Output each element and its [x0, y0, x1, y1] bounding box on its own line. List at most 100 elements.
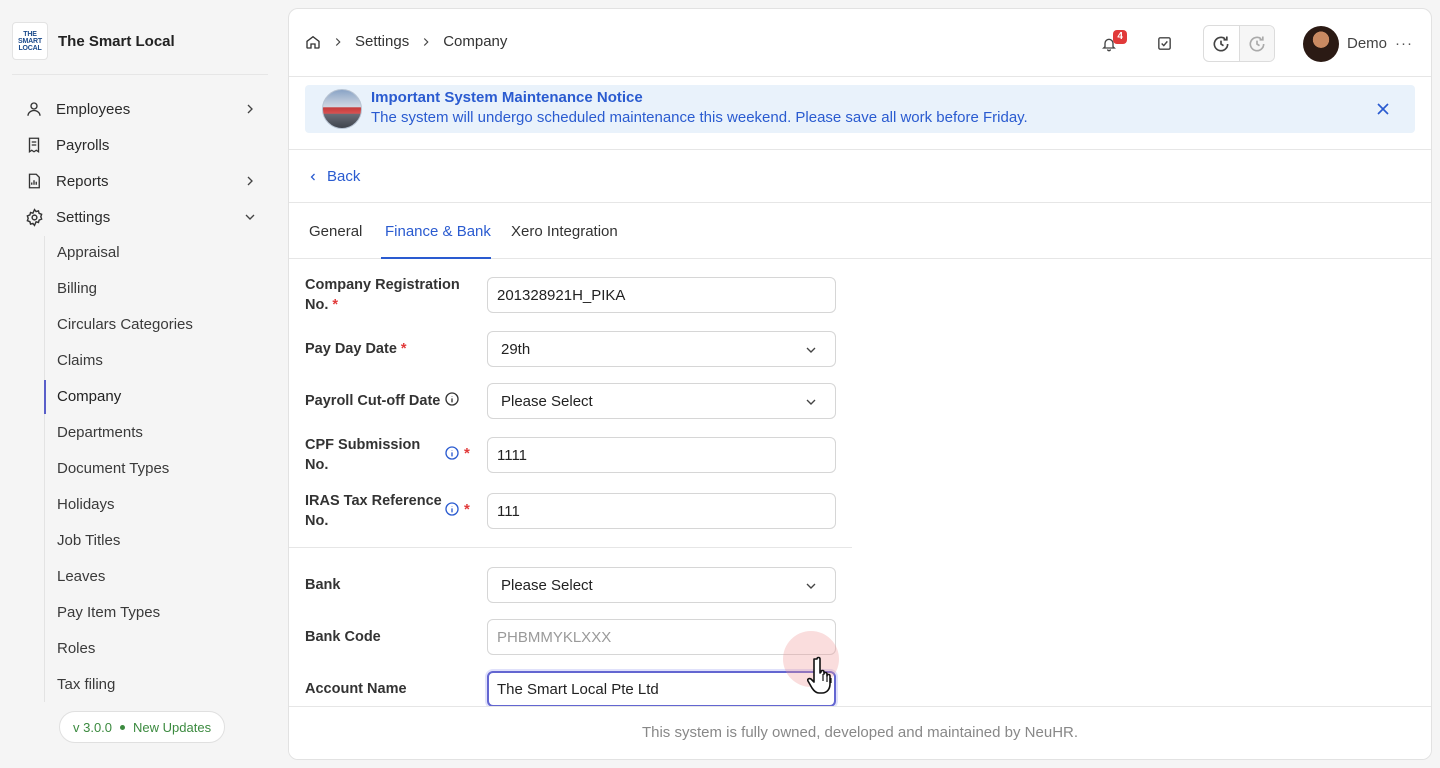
chevron-down-icon — [806, 347, 816, 353]
notification-count-badge: 4 — [1113, 29, 1127, 44]
company-registration-label: Company Registration No. * — [305, 275, 460, 315]
more-options-icon[interactable]: ··· — [1395, 35, 1413, 52]
maintenance-notice-banner: Important System Maintenance Notice The … — [305, 85, 1415, 133]
back-button[interactable]: Back — [307, 168, 360, 185]
sidebar-item-settings[interactable]: Settings — [24, 205, 258, 229]
select-value: Please Select — [501, 392, 593, 410]
label-text: Payroll Cut-off Date — [305, 393, 441, 409]
bank-select[interactable]: Please Select — [487, 567, 836, 603]
submenu-active-indicator — [44, 380, 46, 414]
sidebar-subitem-pay-item-types[interactable]: Pay Item Types — [57, 604, 160, 621]
notice-text: The system will undergo scheduled mainte… — [371, 109, 1028, 126]
clock-in-button[interactable] — [1204, 26, 1239, 61]
sidebar-subitem-claims[interactable]: Claims — [57, 352, 103, 369]
sidebar-subitem-leaves[interactable]: Leaves — [57, 568, 105, 585]
tab-xero-integration[interactable]: Xero Integration — [511, 223, 618, 240]
sidebar-subitem-document-types[interactable]: Document Types — [57, 460, 169, 477]
sidebar-subitem-departments[interactable]: Departments — [57, 424, 143, 441]
chevron-right-icon — [247, 176, 253, 186]
top-bar: Settings Company 4 Demo ··· — [289, 9, 1431, 77]
sidebar-item-reports[interactable]: Reports — [24, 169, 258, 193]
label-text: IRAS Tax Reference — [305, 493, 442, 509]
submenu-guide-line — [44, 236, 45, 702]
company-registration-input[interactable]: 201328921H_PIKA — [487, 277, 836, 313]
sidebar-divider — [12, 74, 268, 75]
sidebar-item-employees[interactable]: Employees — [24, 97, 258, 121]
back-row: Back — [289, 149, 1431, 203]
sidebar-item-payrolls[interactable]: Payrolls — [24, 133, 258, 157]
footer: This system is fully owned, developed an… — [289, 706, 1431, 759]
sidebar-subitem-circulars-categories[interactable]: Circulars Categories — [57, 316, 193, 333]
label-text: Company Registration — [305, 277, 460, 293]
account-name-label: Account Name — [305, 679, 407, 699]
pay-day-date-select[interactable]: 29th — [487, 331, 836, 367]
sidebar-item-label: Employees — [56, 100, 131, 118]
top-actions: 4 Demo ··· — [1091, 25, 1413, 62]
label-text: No. — [305, 297, 329, 313]
status-dot — [120, 724, 126, 730]
sidebar-subitem-job-titles[interactable]: Job Titles — [57, 532, 120, 549]
label-text: CPF Submission — [305, 437, 421, 453]
label-text: Account Name — [305, 681, 407, 697]
sidebar-subitem-billing[interactable]: Billing — [57, 280, 97, 297]
payroll-cutoff-select[interactable]: Please Select — [487, 383, 836, 419]
user-icon — [24, 99, 44, 119]
bank-label: Bank — [305, 575, 340, 595]
label-text: Bank — [305, 577, 341, 593]
clock-out-button[interactable] — [1238, 26, 1274, 61]
tasks-button[interactable] — [1147, 26, 1183, 62]
close-icon[interactable] — [1373, 99, 1393, 119]
logo-text-line: SMART — [18, 37, 42, 45]
active-tab-indicator — [381, 257, 491, 259]
main-panel: Settings Company 4 Demo ··· Important Sy… — [288, 8, 1432, 760]
notice-title: Important System Maintenance Notice — [371, 89, 643, 106]
select-value: 29th — [501, 340, 531, 358]
label-text: Bank Code — [305, 629, 381, 645]
tab-bar: General Finance & Bank Xero Integration — [289, 203, 1431, 259]
info-icon[interactable] — [444, 445, 460, 461]
logo-text-line: LOCAL — [18, 44, 42, 52]
notifications-button[interactable]: 4 — [1091, 26, 1127, 62]
account-name-input[interactable]: The Smart Local Pte Ltd — [487, 671, 836, 707]
tab-finance-bank[interactable]: Finance & Bank — [385, 223, 491, 240]
home-icon[interactable] — [305, 34, 321, 50]
required-asterisk: * — [464, 501, 470, 518]
sidebar-subitem-roles[interactable]: Roles — [57, 640, 95, 657]
chevron-down-icon — [806, 583, 816, 589]
payroll-cutoff-label: Payroll Cut-off Date — [305, 391, 440, 411]
user-name[interactable]: Demo — [1347, 35, 1387, 52]
hand-cursor-icon — [807, 656, 832, 694]
sidebar-subitem-tax-filing[interactable]: Tax filing — [57, 676, 115, 693]
info-icon[interactable] — [444, 501, 460, 517]
clock-out-icon — [1249, 36, 1265, 52]
notice-flag-image — [322, 89, 362, 129]
company-name: The Smart Local — [58, 32, 175, 50]
bank-code-label: Bank Code — [305, 627, 381, 647]
chevron-down-icon — [245, 214, 255, 220]
section-divider — [289, 547, 852, 548]
iras-tax-reference-input[interactable]: 111 — [487, 493, 836, 529]
sidebar-subitem-appraisal[interactable]: Appraisal — [57, 244, 120, 261]
cpf-submission-input[interactable]: 1111 — [487, 437, 836, 473]
breadcrumb-settings[interactable]: Settings — [355, 33, 409, 50]
report-icon — [24, 171, 44, 191]
pay-day-date-label: Pay Day Date * — [305, 339, 407, 359]
sidebar-subitem-holidays[interactable]: Holidays — [57, 496, 115, 513]
chevron-right-icon — [335, 37, 341, 46]
sidebar-item-label: Reports — [56, 172, 109, 190]
cpf-submission-label: CPF Submission No. — [305, 435, 420, 475]
chevron-left-icon — [310, 173, 315, 180]
info-icon[interactable] — [444, 391, 460, 407]
avatar[interactable] — [1302, 25, 1339, 62]
tab-general[interactable]: General — [309, 223, 362, 240]
required-asterisk: * — [400, 341, 407, 357]
sidebar-subitem-company[interactable]: Company — [57, 388, 121, 405]
clock-in-icon — [1213, 36, 1229, 52]
sidebar-item-label: Payrolls — [56, 136, 110, 154]
sidebar-item-label: Settings — [56, 208, 111, 226]
gear-icon — [24, 207, 44, 227]
version-badge[interactable]: v 3.0.0 New Updates — [59, 711, 226, 743]
required-asterisk: * — [332, 297, 339, 313]
brand[interactable]: THE SMART LOCAL The Smart Local — [12, 22, 175, 60]
breadcrumb-company: Company — [443, 33, 508, 50]
